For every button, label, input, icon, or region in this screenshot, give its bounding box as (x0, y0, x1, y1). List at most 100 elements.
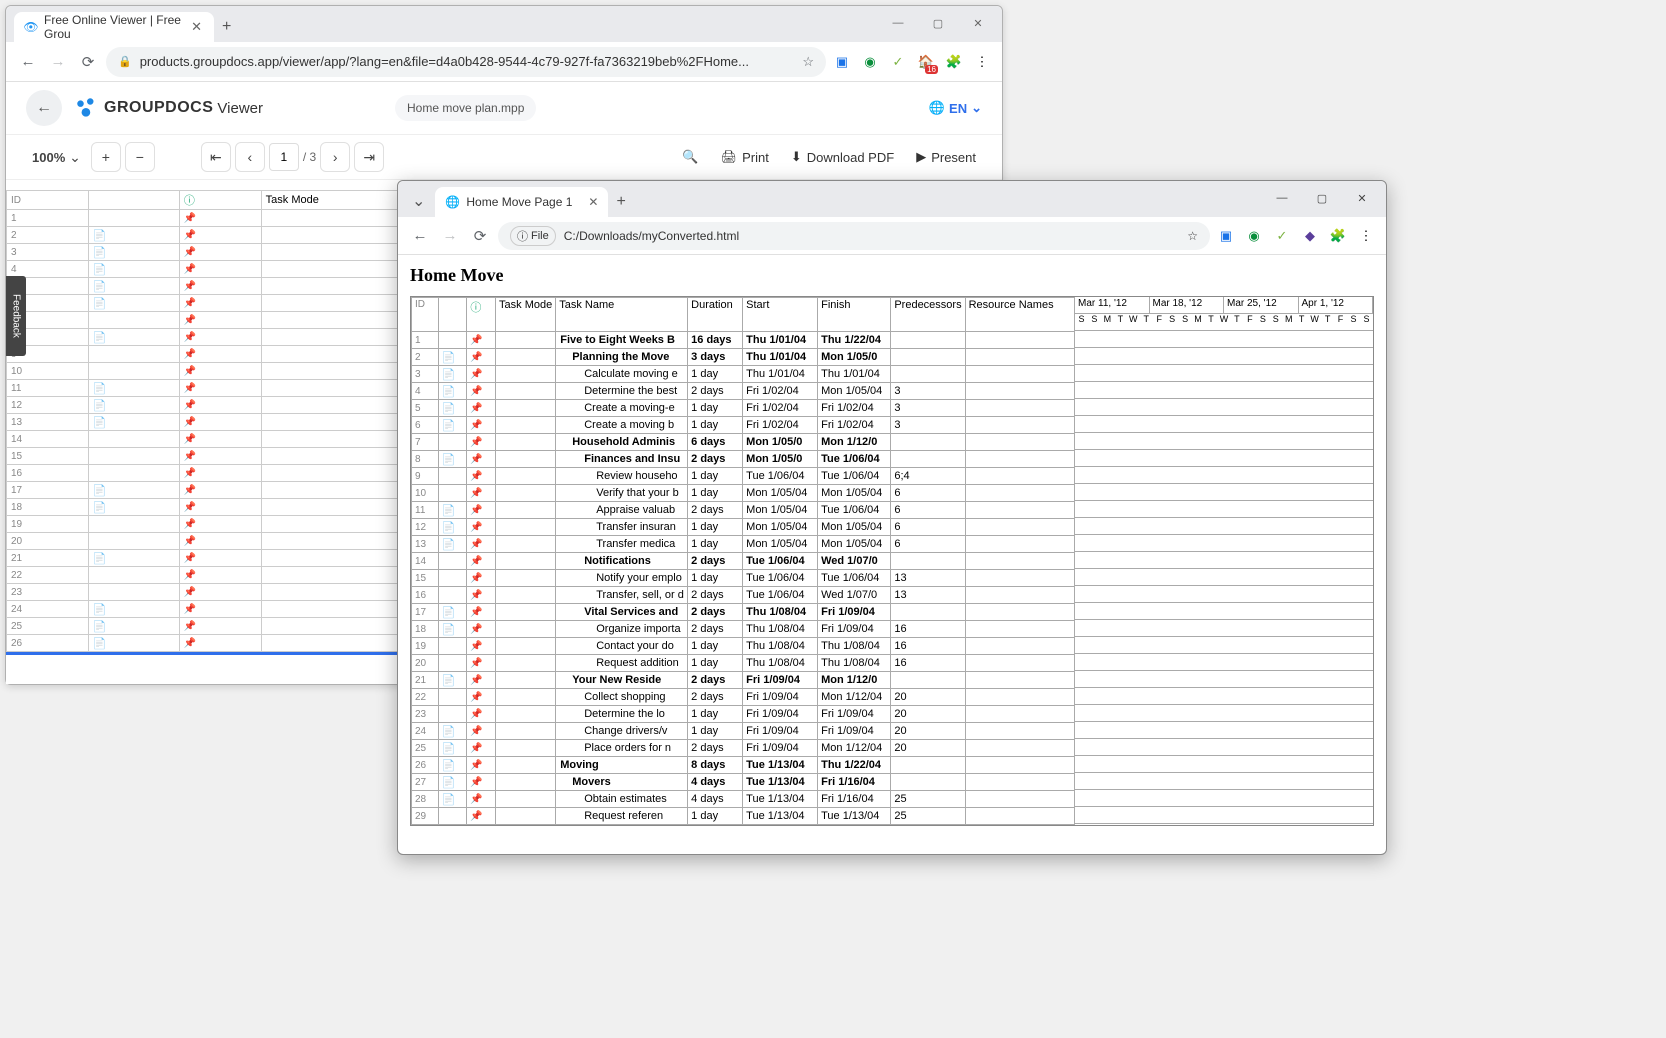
ext3-icon[interactable]: ✓ (1272, 226, 1292, 246)
back-window-controls: — ▢ ✕ (878, 10, 998, 36)
back-nav-icon[interactable]: ← (16, 50, 40, 74)
page-total: / 3 (303, 150, 316, 164)
table-row[interactable]: 1📌Five to Eight Weeks B16 daysThu 1/01/0… (412, 332, 1075, 349)
back-nav-icon[interactable]: ← (408, 224, 432, 248)
star-icon[interactable]: ☆ (802, 54, 814, 70)
new-tab-btn[interactable]: + (608, 187, 633, 217)
zoom-out[interactable]: − (125, 142, 155, 172)
fwd-nav-icon[interactable]: → (46, 50, 70, 74)
table-row[interactable]: 23📌Determine the lo1 dayFri 1/09/04Fri 1… (412, 706, 1075, 723)
omnibox[interactable]: ⓘ File C:/Downloads/myConverted.html ☆ (498, 222, 1210, 250)
table-row[interactable]: 15📌Notify your emplo1 dayTue 1/06/04Tue … (412, 570, 1075, 587)
table-row[interactable]: 28📄📌Obtain estimates4 daysTue 1/13/04Fri… (412, 791, 1075, 808)
table-row[interactable]: 24📄📌Change drivers/v1 dayFri 1/09/04Fri … (412, 723, 1075, 740)
front-address-bar: ← → ⟳ ⓘ File C:/Downloads/myConverted.ht… (398, 217, 1386, 255)
puzzle-icon[interactable]: 🧩 (1328, 226, 1348, 246)
close-btn[interactable]: ✕ (1342, 185, 1382, 211)
gd-lang[interactable]: 🌐 EN ⌄ (929, 100, 982, 116)
next-page[interactable]: › (320, 142, 350, 172)
table-row[interactable]: 16📌Transfer, sell, or d2 daysTue 1/06/04… (412, 587, 1075, 604)
ext2-icon[interactable]: ◉ (1244, 226, 1264, 246)
puzzle-icon[interactable]: 🧩 (944, 52, 964, 72)
front-browser-window: — ▢ ✕ ⌄ 🌐 Home Move Page 1 ✕ + ← → ⟳ ⓘ F… (397, 180, 1387, 855)
feedback-tab[interactable]: Feedback (6, 276, 26, 356)
first-page[interactable]: ⇤ (201, 142, 231, 172)
tab-title: Home Move Page 1 (466, 195, 572, 209)
search-btn[interactable]: 🔍 (676, 143, 704, 171)
fwd-nav-icon[interactable]: → (438, 224, 462, 248)
table-row[interactable]: 6📄📌Create a moving b1 dayFri 1/02/04Fri … (412, 417, 1075, 434)
prev-page[interactable]: ‹ (235, 142, 265, 172)
gd-brand2: Viewer (217, 100, 263, 117)
new-tab-btn[interactable]: + (214, 12, 239, 42)
ext1-icon[interactable]: ▣ (1216, 226, 1236, 246)
download-pdf-btn[interactable]: ⬇ Download PDF (785, 143, 900, 171)
table-row[interactable]: 12📄📌Transfer insuran1 dayMon 1/05/04Mon … (412, 519, 1075, 536)
zoom-in[interactable]: + (91, 142, 121, 172)
gd-logo: GROUPDOCS Viewer (74, 95, 263, 121)
chevron-down-icon: ⌄ (69, 149, 81, 166)
minimize-btn[interactable]: — (878, 10, 918, 36)
reload-icon[interactable]: ⟳ (468, 224, 492, 248)
back-tab-strip: 👁 Free Online Viewer | Free Grou ✕ + (6, 6, 1002, 42)
maximize-btn[interactable]: ▢ (1302, 185, 1342, 211)
table-row[interactable]: 5📄📌Create a moving-e1 dayFri 1/02/04Fri … (412, 400, 1075, 417)
eye-icon: 👁 (24, 20, 38, 34)
print-btn[interactable]: 🖨 Print (715, 143, 775, 171)
close-icon[interactable]: ✕ (189, 17, 204, 37)
table-row[interactable]: 22📌Collect shopping2 daysFri 1/09/04Mon … (412, 689, 1075, 706)
front-body[interactable]: Home Move IDⓘTask ModeTask NameDurationS… (398, 255, 1386, 854)
globe-icon: 🌐 (929, 100, 945, 116)
minimize-btn[interactable]: — (1262, 185, 1302, 211)
maximize-btn[interactable]: ▢ (918, 10, 958, 36)
table-row[interactable]: 18📄📌Organize importa2 daysThu 1/08/04Fri… (412, 621, 1075, 638)
table-row[interactable]: 4📄📌Determine the best2 daysFri 1/02/04Mo… (412, 383, 1075, 400)
gd-back-btn[interactable]: ← (26, 90, 62, 126)
close-btn[interactable]: ✕ (958, 10, 998, 36)
table-row[interactable]: 25📄📌Place orders for n2 daysFri 1/09/04M… (412, 740, 1075, 757)
page-input[interactable] (269, 143, 299, 171)
menu-icon[interactable]: ⋮ (1356, 226, 1376, 246)
ext1-icon[interactable]: ▣ (832, 52, 852, 72)
extensions: ▣ ◉ ✓ 🏠16 🧩 ⋮ (832, 52, 992, 72)
menu-icon[interactable]: ⋮ (972, 52, 992, 72)
table-row[interactable]: 7📌Household Adminis6 daysMon 1/05/0Mon 1… (412, 434, 1075, 451)
table-row[interactable]: 8📄📌Finances and Insu2 daysMon 1/05/0Tue … (412, 451, 1075, 468)
table-row[interactable]: 20📌Request addition1 dayThu 1/08/04Thu 1… (412, 655, 1075, 672)
file-proto-pill[interactable]: ⓘ File (510, 226, 556, 246)
table-row[interactable]: 27📄📌Movers4 daysTue 1/13/04Fri 1/16/04 (412, 774, 1075, 791)
table-row[interactable]: 29📌Request referen1 dayTue 1/13/04Tue 1/… (412, 808, 1075, 825)
close-icon[interactable]: ✕ (588, 195, 598, 209)
gd-filename: Home move plan.mpp (395, 95, 536, 121)
table-row[interactable]: 21📄📌Your New Reside2 daysFri 1/09/04Mon … (412, 672, 1075, 689)
table-row[interactable]: 19📌Contact your do1 dayThu 1/08/04Thu 1/… (412, 638, 1075, 655)
zoom-level[interactable]: 100% ⌄ (26, 142, 87, 172)
table-row[interactable]: 2📄📌Planning the Move3 daysThu 1/01/04Mon… (412, 349, 1075, 366)
ext4-icon[interactable]: ◆ (1300, 226, 1320, 246)
front-tab[interactable]: 🌐 Home Move Page 1 ✕ (435, 187, 608, 217)
url-text: products.groupdocs.app/viewer/app/?lang=… (140, 54, 749, 69)
present-btn[interactable]: ▶ Present (910, 143, 982, 171)
reload-icon[interactable]: ⟳ (76, 50, 100, 74)
table-row[interactable]: 10📌Verify that your b1 dayMon 1/05/04Mon… (412, 485, 1075, 502)
table-row[interactable]: 17📄📌Vital Services and2 daysThu 1/08/04F… (412, 604, 1075, 621)
site-info-icon[interactable]: 🔒 (118, 55, 132, 68)
tab-search-btn[interactable]: ⌄ (402, 185, 435, 217)
table-row[interactable]: 3📄📌Calculate moving e1 dayThu 1/01/04Thu… (412, 366, 1075, 383)
front-tab-strip: ⌄ 🌐 Home Move Page 1 ✕ + (398, 181, 1386, 217)
ext3-icon[interactable]: ✓ (888, 52, 908, 72)
front-grid: IDⓘTask ModeTask NameDurationStartFinish… (410, 296, 1374, 826)
table-row[interactable]: 9📌Review househo1 dayTue 1/06/04Tue 1/06… (412, 468, 1075, 485)
star-icon[interactable]: ☆ (1187, 229, 1198, 243)
table-row[interactable]: 11📄📌Appraise valuab2 daysMon 1/05/04Tue … (412, 502, 1075, 519)
table-row[interactable]: 14📌Notifications2 daysTue 1/06/04Wed 1/0… (412, 553, 1075, 570)
ext4-icon[interactable]: 🏠16 (916, 52, 936, 72)
last-page[interactable]: ⇥ (354, 142, 384, 172)
back-address-bar: ← → ⟳ 🔒 products.groupdocs.app/viewer/ap… (6, 42, 1002, 82)
ext2-icon[interactable]: ◉ (860, 52, 880, 72)
table-row[interactable]: 26📄📌Moving8 daysTue 1/13/04Thu 1/22/04 (412, 757, 1075, 774)
back-tab[interactable]: 👁 Free Online Viewer | Free Grou ✕ (14, 12, 214, 42)
omnibox[interactable]: 🔒 products.groupdocs.app/viewer/app/?lan… (106, 47, 826, 77)
gd-toolbar: 100% ⌄ + − ⇤ ‹ / 3 › ⇥ 🔍 🖨 Print ⬇ Downl… (6, 134, 1002, 180)
table-row[interactable]: 13📄📌Transfer medica1 dayMon 1/05/04Mon 1… (412, 536, 1075, 553)
